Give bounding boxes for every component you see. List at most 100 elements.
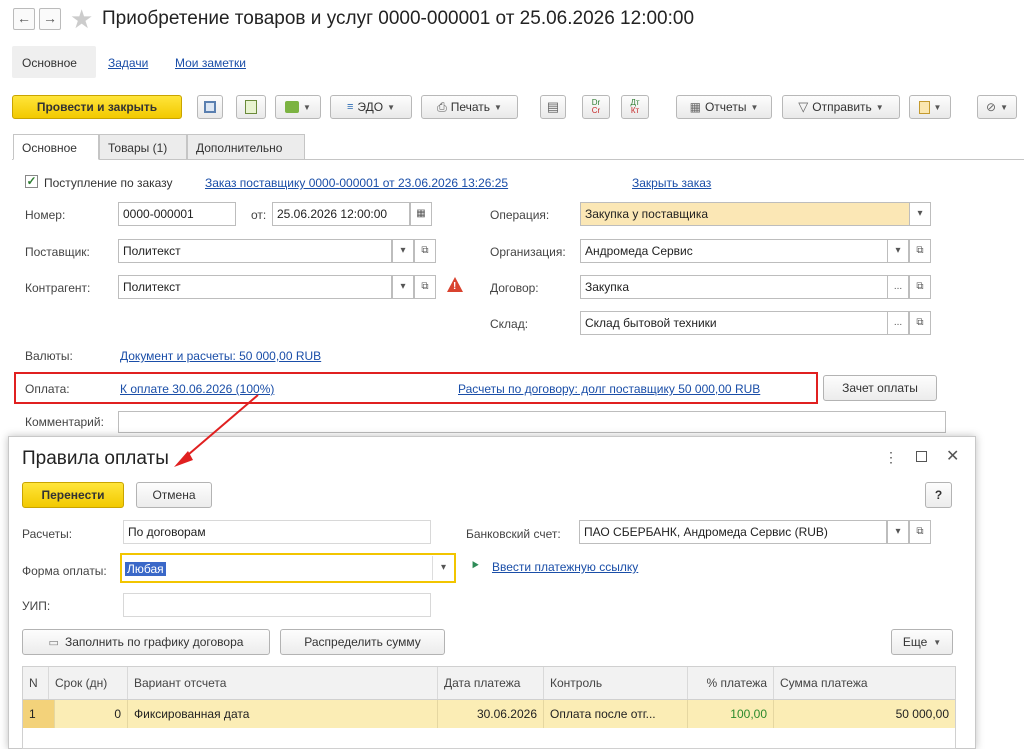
cell-control: Оплата после отг... <box>544 700 688 728</box>
select-ellipsis-icon[interactable]: ... <box>887 275 909 299</box>
create-based-icon <box>285 101 300 113</box>
save-button[interactable] <box>197 95 223 119</box>
bank-account-field[interactable]: ПАО СБЕРБАНК, Андромеда Сервис (RUB) <box>579 520 887 544</box>
section-tab-notes[interactable]: Мои заметки <box>175 56 246 70</box>
distribute-sum-label: Распределить сумму <box>304 635 421 649</box>
chevron-down-icon: ▼ <box>1000 102 1008 112</box>
print-button[interactable]: ⎙ Печать ▼ <box>421 95 518 119</box>
favorite-star-icon[interactable]: ★ <box>70 4 93 35</box>
fill-by-schedule-button[interactable]: ▭ Заполнить по графику договора <box>22 629 270 655</box>
post-and-close-label: Провести и закрыть <box>36 100 158 114</box>
report-icon: ▦ <box>689 100 701 114</box>
settlements-field[interactable]: По договорам <box>123 520 431 544</box>
cell-payment-date: 30.06.2026 <box>438 700 544 728</box>
section-tab-tasks[interactable]: Задачи <box>108 56 148 70</box>
col-sum[interactable]: Сумма платежа <box>774 667 955 699</box>
payment-link[interactable]: К оплате 30.06.2026 (100%) <box>120 382 274 396</box>
help-button[interactable]: ? <box>925 482 952 508</box>
contract-field[interactable]: Закупка <box>580 275 888 299</box>
section-tab-main[interactable]: Основное <box>22 56 77 70</box>
currency-link[interactable]: Документ и расчеты: 50 000,00 RUB <box>120 349 321 363</box>
cancel-button[interactable]: Отмена <box>136 482 212 508</box>
org-label: Организация: <box>490 245 566 259</box>
offset-payment-label: Зачет оплаты <box>842 381 918 395</box>
edo-button[interactable]: ≡ ЭДО ▼ <box>330 95 412 119</box>
close-order-link[interactable]: Закрыть заказ <box>632 176 711 190</box>
dt-kt-button[interactable]: Дт Кт <box>621 95 649 119</box>
chevron-down-icon[interactable]: ▾ <box>909 202 931 226</box>
open-icon[interactable]: ⧉ <box>909 239 931 263</box>
attachments-button[interactable]: ▼ <box>909 95 951 119</box>
post-button[interactable] <box>236 95 266 119</box>
chevron-down-icon: ▼ <box>387 102 396 112</box>
open-icon[interactable]: ⧉ <box>909 275 931 299</box>
kt-label: Кт <box>630 106 640 115</box>
uip-label: УИП: <box>22 599 51 613</box>
maximize-icon[interactable] <box>916 451 927 462</box>
col-percent[interactable]: % платежа <box>688 667 774 699</box>
chevron-down-icon[interactable]: ▾ <box>887 239 909 263</box>
col-days[interactable]: Срок (дн) <box>49 667 128 699</box>
more-vertical-icon[interactable]: ⋮ <box>884 449 898 466</box>
number-field[interactable]: 0000-000001 <box>118 202 236 226</box>
create-based-on-button[interactable]: ▼ <box>275 95 321 119</box>
cell-percent: 100,00 <box>688 700 774 728</box>
back-button[interactable]: ← <box>13 8 35 30</box>
warehouse-label: Склад: <box>490 317 529 331</box>
dialog-title: Правила оплаты <box>22 448 169 469</box>
chevron-down-icon[interactable]: ▾ <box>392 239 414 263</box>
more-button[interactable]: Еще ▼ <box>891 629 953 655</box>
comment-field[interactable] <box>118 411 946 433</box>
col-variant[interactable]: Вариант отсчета <box>128 667 438 699</box>
operation-field[interactable]: Закупка у поставщика <box>580 202 910 226</box>
more-label: Еще <box>902 635 928 649</box>
settlements-link[interactable]: Расчеты по договору: долг поставщику 50 … <box>458 382 760 396</box>
open-icon[interactable]: ⧉ <box>909 520 931 544</box>
org-field[interactable]: Андромеда Сервис <box>580 239 888 263</box>
chevron-down-icon[interactable]: ▾ <box>887 520 909 544</box>
uip-field[interactable] <box>123 593 431 617</box>
reports-label: Отчеты <box>704 100 747 114</box>
forward-button[interactable]: → <box>39 8 61 30</box>
reports-button[interactable]: ▦ Отчеты ▼ <box>676 95 772 119</box>
comment-label: Комментарий: <box>25 415 104 429</box>
open-icon[interactable]: ⧉ <box>414 275 436 299</box>
contract-label: Договор: <box>490 281 539 295</box>
enter-payment-link[interactable]: Ввести платежную ссылку <box>492 560 638 574</box>
col-control[interactable]: Контроль <box>544 667 688 699</box>
dr-cr-button[interactable]: Dr Cr <box>582 95 610 119</box>
close-icon[interactable]: ✕ <box>946 446 959 466</box>
payment-form-field[interactable] <box>120 553 456 583</box>
date-field[interactable]: 25.06.2026 12:00:00 <box>272 202 410 226</box>
transfer-button[interactable]: Перенести <box>22 482 124 508</box>
counterparty-field[interactable]: Политекст <box>118 275 392 299</box>
payment-form-value: Любая <box>125 562 166 576</box>
open-icon[interactable]: ⧉ <box>414 239 436 263</box>
warehouse-field[interactable]: Склад бытовой техники <box>580 311 888 335</box>
col-n[interactable]: N <box>23 667 49 699</box>
select-ellipsis-icon[interactable]: ... <box>887 311 909 335</box>
chevron-down-icon[interactable]: ▾ <box>432 556 454 580</box>
supplier-order-link[interactable]: Заказ поставщику 0000-000001 от 23.06.20… <box>205 176 508 190</box>
post-and-close-button[interactable]: Провести и закрыть <box>12 95 182 119</box>
send-button[interactable]: ▽ Отправить ▼ <box>782 95 900 119</box>
chevron-down-icon[interactable]: ▾ <box>392 275 414 299</box>
cr-label: Cr <box>591 106 601 115</box>
tab-main[interactable]: Основное <box>13 134 99 160</box>
chevron-down-icon: ▼ <box>494 102 502 112</box>
operation-label: Операция: <box>490 208 550 222</box>
calendar-icon[interactable]: ▦ <box>410 202 432 226</box>
supplier-field[interactable]: Политекст <box>118 239 392 263</box>
clip-button[interactable]: ⊘ ▼ <box>977 95 1017 119</box>
distribute-sum-button[interactable]: Распределить сумму <box>280 629 445 655</box>
warning-mark: ! <box>453 281 457 292</box>
col-payment-date[interactable]: Дата платежа <box>438 667 544 699</box>
journal-button[interactable]: ▤ <box>540 95 566 119</box>
tab-additional[interactable]: Дополнительно <box>187 134 305 160</box>
post-document-icon <box>245 100 257 114</box>
offset-payment-button[interactable]: Зачет оплаты <box>823 375 937 401</box>
chevron-down-icon: ▼ <box>933 102 942 112</box>
order-checkbox[interactable]: ✓ <box>25 175 38 188</box>
open-icon[interactable]: ⧉ <box>909 311 931 335</box>
tab-goods[interactable]: Товары (1) <box>99 134 187 160</box>
